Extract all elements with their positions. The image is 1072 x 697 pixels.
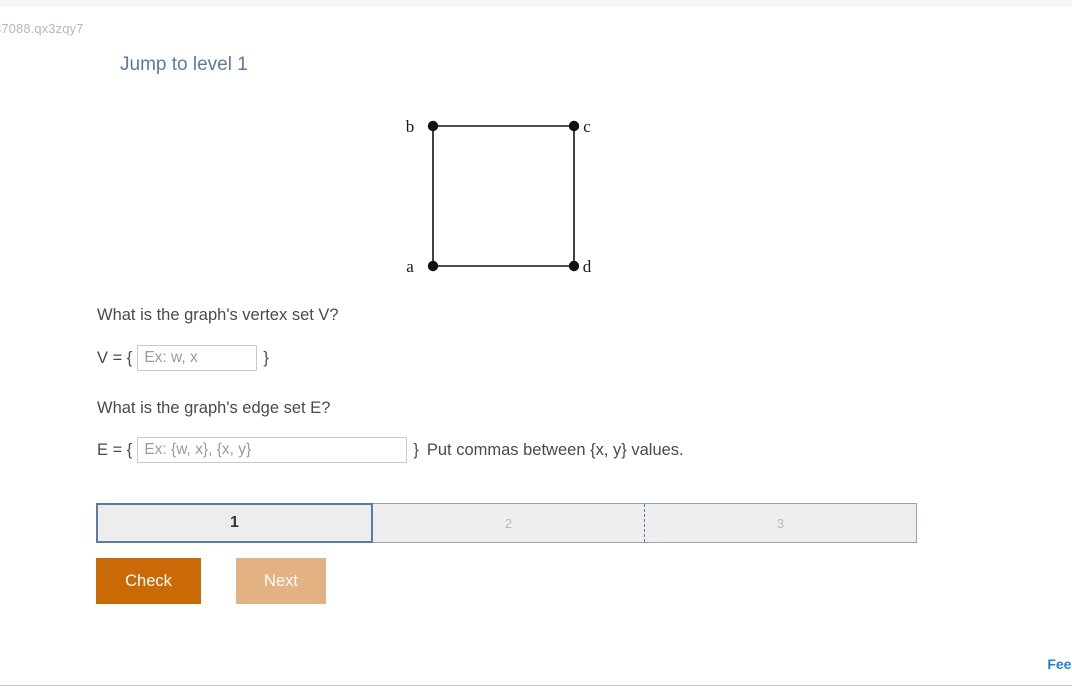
vertex-set-question: What is the graph's vertex set V? xyxy=(97,306,339,324)
vertex-set-suffix: } xyxy=(263,348,269,367)
feedback-link[interactable]: Feed xyxy=(1047,656,1072,672)
vertex-label-b: b xyxy=(406,117,415,136)
top-browser-strip xyxy=(0,0,1072,6)
edge-set-hint: Put commas between {x, y} values. xyxy=(426,440,684,459)
vertex-label-a: a xyxy=(406,257,414,276)
edge-set-suffix: } xyxy=(413,440,419,459)
vertex-dot-a xyxy=(427,260,439,272)
vertex-set-prefix: V = { xyxy=(97,348,133,367)
session-code-label: 37088.qx3zqy7 xyxy=(0,21,84,36)
edge-answer-row: E = { } Put commas between {x, y} values… xyxy=(97,437,684,463)
vertex-set-input[interactable] xyxy=(137,345,258,371)
progress-step-2[interactable]: 2 xyxy=(373,504,644,542)
edge-set-input[interactable] xyxy=(137,437,408,463)
vertex-dot-c xyxy=(568,120,580,132)
edge-set-question: What is the graph's edge set E? xyxy=(97,399,331,417)
edge-set-prefix: E = { xyxy=(97,440,133,459)
check-button[interactable]: Check xyxy=(96,558,201,604)
footer-area xyxy=(0,686,1072,697)
next-button[interactable]: Next xyxy=(236,558,326,604)
progress-step-1[interactable]: 1 xyxy=(96,503,373,543)
progress-step-3[interactable]: 3 xyxy=(644,504,916,542)
graph-vertices xyxy=(427,120,580,272)
graph-diagram: b c a d xyxy=(390,100,620,290)
vertex-label-c: c xyxy=(583,117,591,136)
vertex-dot-b xyxy=(427,120,439,132)
level-progress-bar: 1 2 3 xyxy=(96,503,917,543)
vertex-label-d: d xyxy=(583,257,592,276)
vertex-answer-row: V = { } xyxy=(97,345,269,371)
page-title: Jump to level 1 xyxy=(120,54,248,75)
vertex-dot-d xyxy=(568,260,580,272)
graph-edges xyxy=(432,125,575,267)
